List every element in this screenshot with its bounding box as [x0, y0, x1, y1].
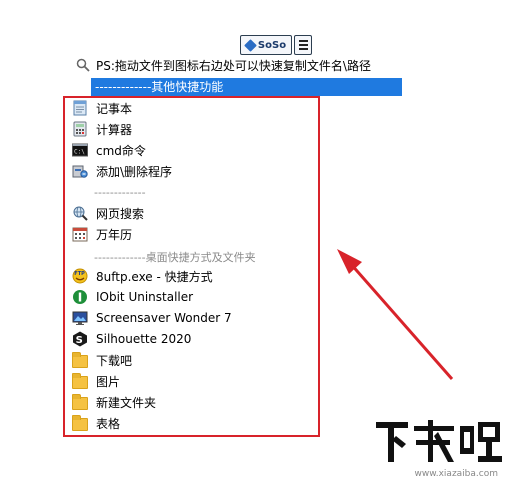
watermark: 下载吧 www.xiazaiba.com: [372, 418, 504, 480]
annotation-arrow: [337, 249, 454, 380]
watermark-logo: 下载吧: [376, 420, 502, 462]
watermark-url: www.xiazaiba.com: [414, 469, 498, 479]
